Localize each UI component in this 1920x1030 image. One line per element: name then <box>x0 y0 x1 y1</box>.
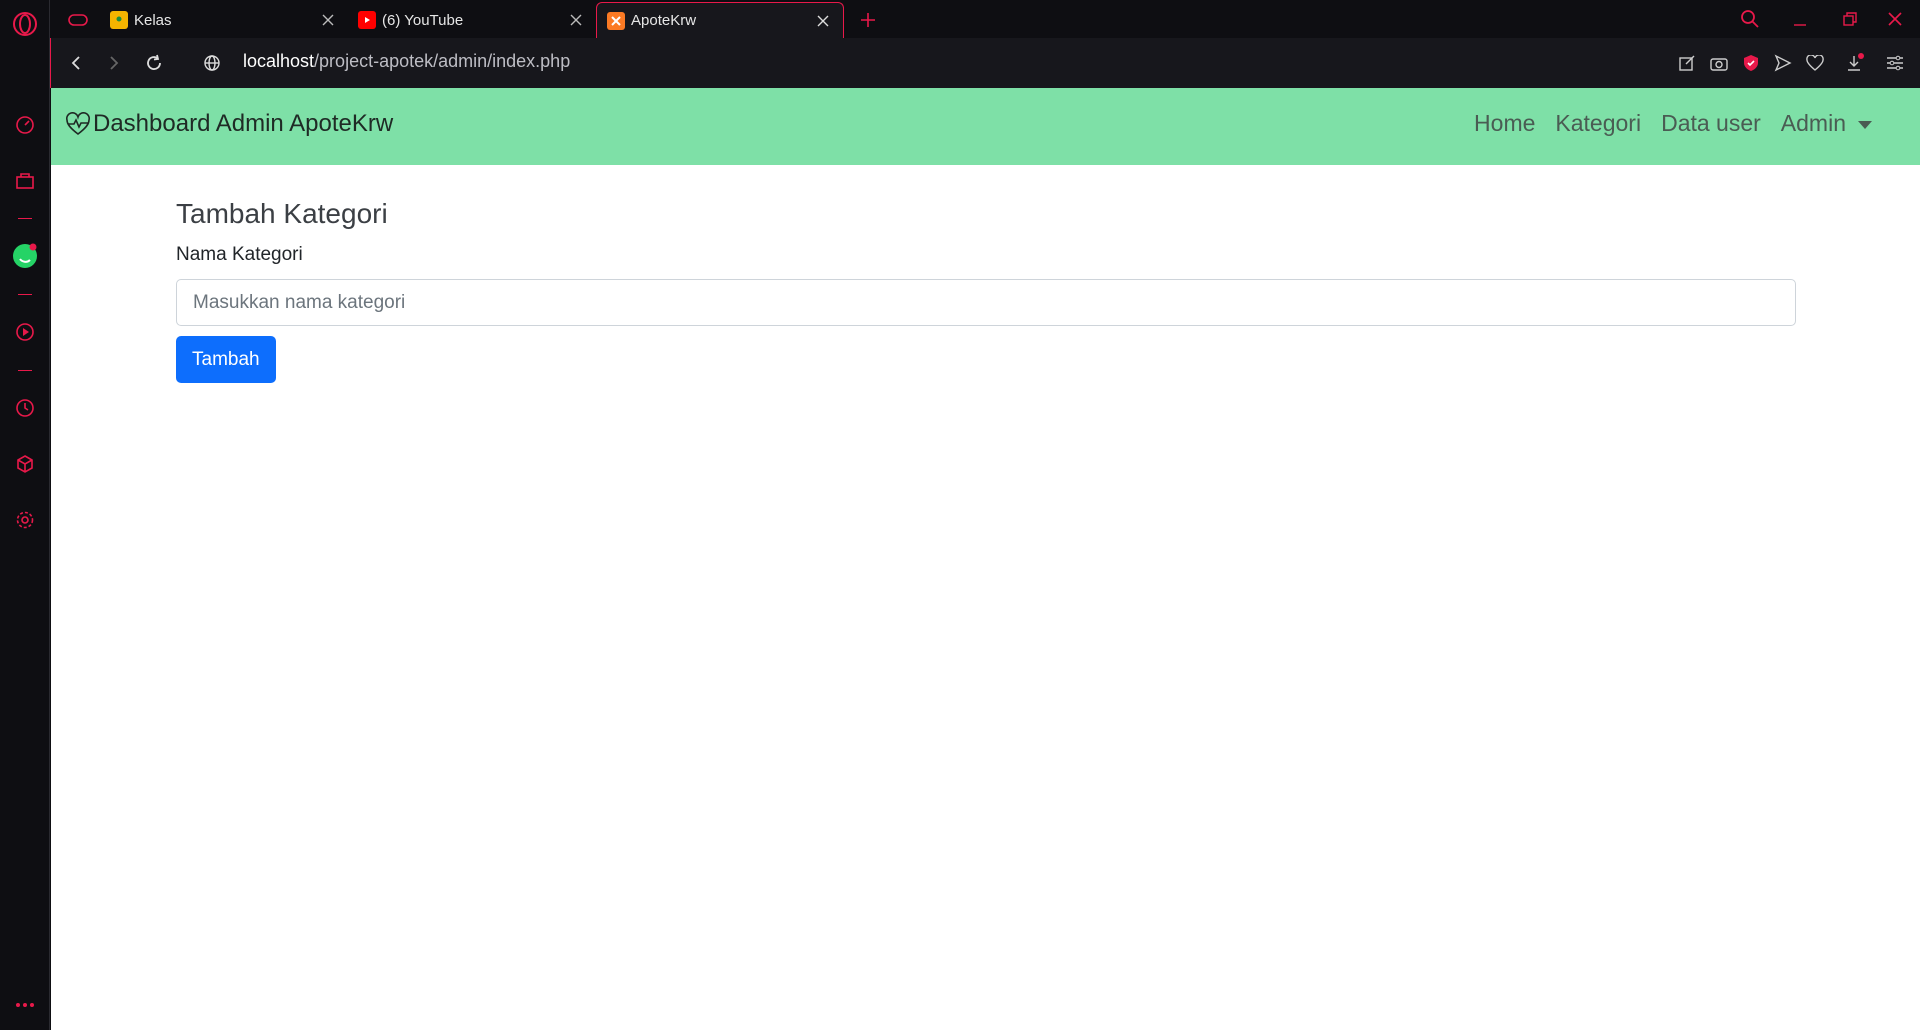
restore-icon[interactable] <box>1825 0 1875 38</box>
page-title: Tambah Kategori <box>176 198 388 229</box>
nav-data-user[interactable]: Data user <box>1661 110 1761 137</box>
nav-links: Home Kategori Data user Admin <box>1454 110 1872 137</box>
nav-kategori[interactable]: Kategori <box>1555 110 1641 137</box>
url-path: /project-apotek/admin/index.php <box>314 51 571 71</box>
tab-label: ApoteKrw <box>631 12 697 29</box>
close-icon[interactable] <box>566 10 586 30</box>
search-tabs-icon[interactable] <box>1725 0 1775 38</box>
more-options-icon[interactable] <box>0 985 50 1025</box>
back-icon[interactable] <box>61 48 91 78</box>
form-container: Tambah Kategori Nama Kategori Tambah <box>176 198 1796 383</box>
download-icon[interactable] <box>1842 50 1868 76</box>
tab-youtube[interactable]: (6) YouTube <box>348 2 596 38</box>
speed-dial-icon[interactable] <box>0 105 50 145</box>
camera-icon[interactable] <box>1706 50 1732 76</box>
xampp-icon <box>607 11 625 30</box>
tab-label: (6) YouTube <box>382 11 464 29</box>
opera-logo-icon[interactable] <box>0 4 50 44</box>
field-label: Nama Kategori <box>176 244 303 265</box>
easy-setup-icon[interactable] <box>1882 50 1908 76</box>
nav-home[interactable]: Home <box>1474 110 1535 137</box>
add-button[interactable]: Tambah <box>176 336 276 383</box>
gx-controls-icon[interactable] <box>58 2 98 38</box>
address-bar: localhost/project-apotek/admin/index.php <box>50 38 1920 88</box>
classroom-icon <box>110 11 128 29</box>
tab-label: Kelas <box>134 11 172 29</box>
close-window-icon[interactable] <box>1870 0 1920 38</box>
snapshot-edit-icon[interactable] <box>1674 50 1700 76</box>
url-host: localhost <box>243 51 315 71</box>
nav-admin-dropdown[interactable]: Admin <box>1781 110 1872 137</box>
tab-bar: Kelas (6) YouTube ApoteKrw <box>50 0 1920 38</box>
navbar: Dashboard Admin ApoteKrw Home Kategori D… <box>51 88 1920 165</box>
heart-icon[interactable] <box>1802 50 1828 76</box>
whatsapp-icon[interactable] <box>0 236 50 276</box>
admin-label: Admin <box>1780 110 1846 136</box>
site-info-globe-icon[interactable] <box>197 48 227 78</box>
heart-pulse-icon <box>65 112 91 136</box>
settings-gear-icon[interactable] <box>0 500 50 540</box>
minimize-icon[interactable] <box>1775 0 1825 38</box>
close-icon[interactable] <box>813 11 833 31</box>
tab-kelas[interactable]: Kelas <box>100 2 348 38</box>
brand-label: Dashboard Admin ApoteKrw <box>93 110 394 137</box>
forward-icon[interactable] <box>99 48 129 78</box>
shield-icon[interactable] <box>1738 50 1764 76</box>
workspace-icon[interactable] <box>0 160 50 200</box>
category-name-input[interactable] <box>176 279 1796 326</box>
new-tab-plus-icon[interactable] <box>850 2 886 38</box>
reload-icon[interactable] <box>139 48 169 78</box>
youtube-icon <box>358 11 376 29</box>
web-page: Dashboard Admin ApoteKrw Home Kategori D… <box>51 88 1920 1030</box>
send-icon[interactable] <box>1770 50 1796 76</box>
url-field[interactable]: localhost/project-apotek/admin/index.php <box>243 51 570 72</box>
close-icon[interactable] <box>318 10 338 30</box>
navbar-brand[interactable]: Dashboard Admin ApoteKrw <box>65 110 393 138</box>
tab-apotekrw[interactable]: ApoteKrw <box>596 2 844 38</box>
caret-down-icon <box>1858 120 1872 129</box>
history-icon[interactable] <box>0 388 50 428</box>
extensions-icon[interactable] <box>0 444 50 484</box>
browser-sidebar <box>0 0 50 1030</box>
player-icon[interactable] <box>0 312 50 352</box>
